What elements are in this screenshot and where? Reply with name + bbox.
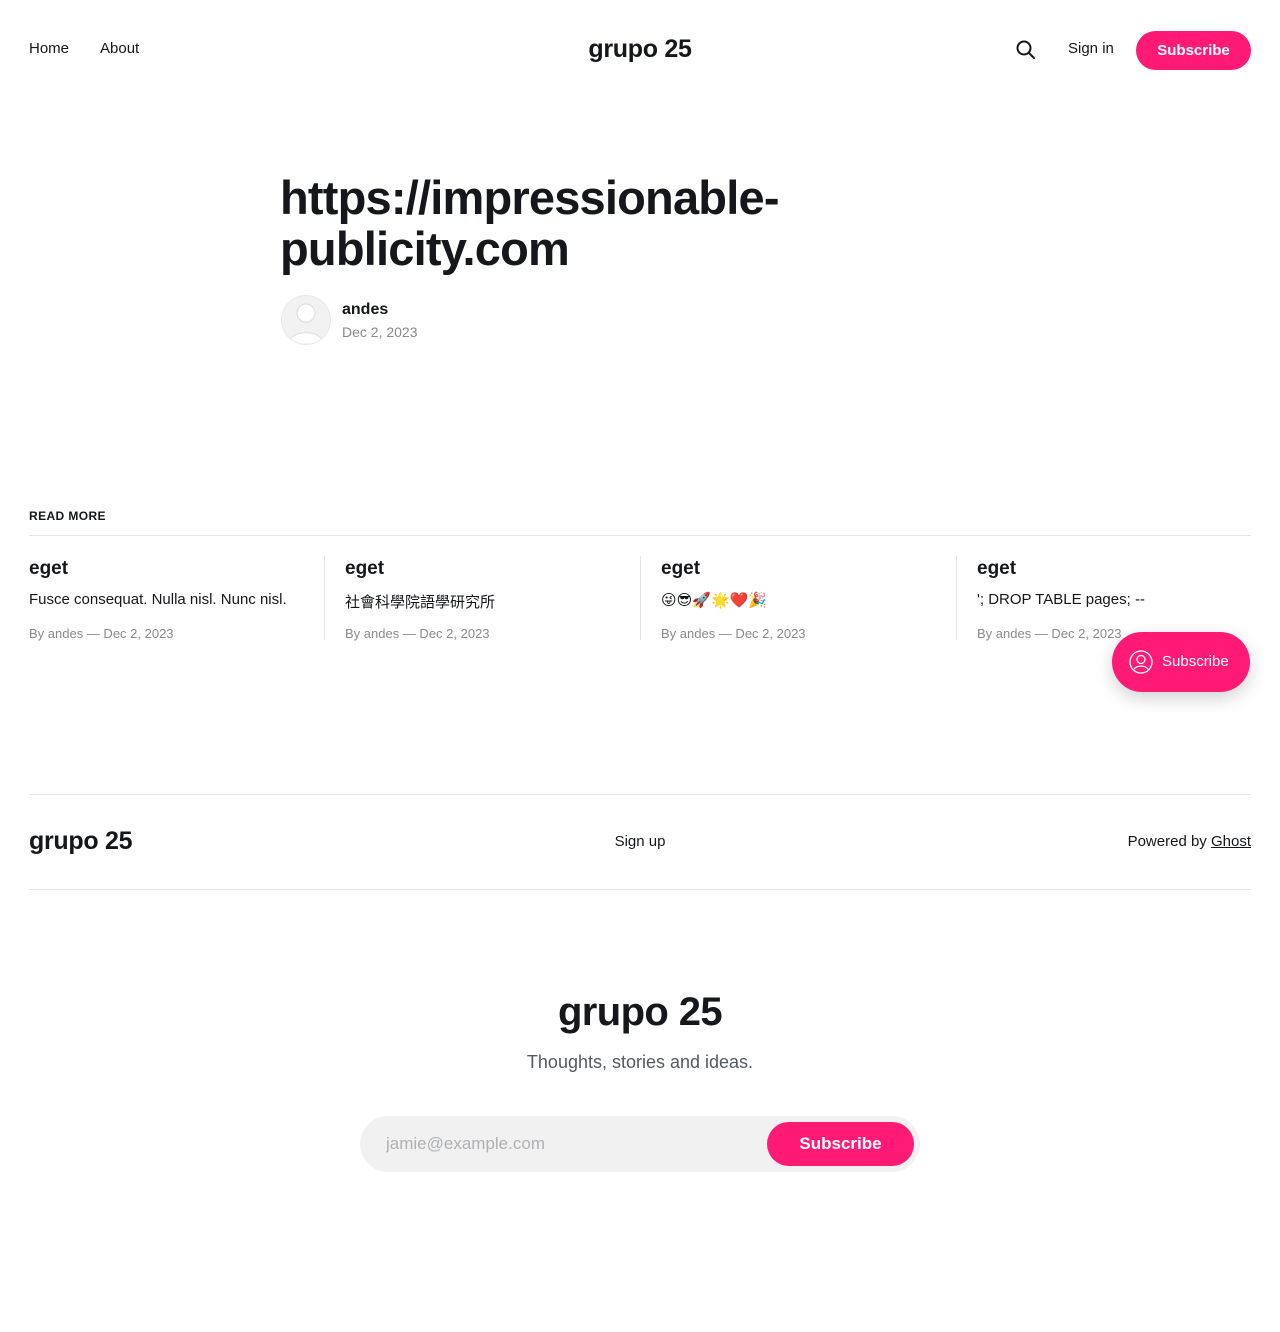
portal-subscribe-label: Subscribe bbox=[1162, 653, 1229, 670]
footer-signup-link[interactable]: Sign up bbox=[615, 833, 666, 850]
footer-bottom-divider bbox=[29, 889, 1251, 890]
read-more-divider bbox=[29, 535, 1251, 536]
nav-about-link[interactable]: About bbox=[100, 40, 139, 57]
read-more-heading: READ MORE bbox=[29, 509, 106, 523]
nav-home-link[interactable]: Home bbox=[29, 40, 69, 57]
site-header: Home About grupo 25 Sign in Subscribe bbox=[0, 0, 1280, 100]
card-divider bbox=[640, 556, 641, 640]
user-circle-icon bbox=[1129, 650, 1153, 674]
post-card-meta: By andes — Dec 2, 2023 bbox=[977, 626, 1122, 641]
header-subscribe-button[interactable]: Subscribe bbox=[1136, 31, 1251, 70]
post-card[interactable]: eget '; DROP TABLE pages; -- By andes — … bbox=[977, 556, 1273, 642]
powered-by: Powered by Ghost bbox=[1128, 833, 1251, 850]
post-card-meta: By andes — Dec 2, 2023 bbox=[345, 626, 490, 641]
author-name-link[interactable]: andes bbox=[342, 301, 388, 319]
post-card-meta: By andes — Dec 2, 2023 bbox=[661, 626, 806, 641]
search-button[interactable] bbox=[1014, 38, 1038, 62]
post-card-excerpt: 😜😎🚀🌟❤️🎉 bbox=[661, 592, 767, 609]
post-card-excerpt: '; DROP TABLE pages; -- bbox=[977, 591, 1145, 608]
post-card-excerpt: Fusce consequat. Nulla nisl. Nunc nisl. bbox=[29, 591, 287, 608]
post-card-meta: By andes — Dec 2, 2023 bbox=[29, 626, 174, 641]
ghost-link[interactable]: Ghost bbox=[1211, 833, 1251, 850]
post-card-title[interactable]: eget bbox=[661, 558, 700, 580]
search-icon bbox=[1016, 40, 1035, 59]
card-divider bbox=[956, 556, 957, 640]
author-avatar[interactable] bbox=[281, 295, 331, 345]
subscribe-form: Subscribe bbox=[360, 1116, 920, 1172]
card-divider bbox=[324, 556, 325, 640]
post-card[interactable]: eget Fusce consequat. Nulla nisl. Nunc n… bbox=[29, 556, 325, 642]
portal-subscribe-button[interactable]: Subscribe bbox=[1112, 632, 1250, 692]
article-title: https://impressionable-publicity.com bbox=[280, 171, 779, 275]
post-card-title[interactable]: eget bbox=[29, 558, 68, 580]
post-card[interactable]: eget 社會科學院語學研究所 By andes — Dec 2, 2023 bbox=[345, 556, 641, 642]
footer-site-title[interactable]: grupo 25 bbox=[29, 827, 132, 856]
footer-top-divider bbox=[29, 794, 1251, 795]
powered-by-prefix: Powered by bbox=[1127, 833, 1207, 850]
avatar-placeholder-icon bbox=[282, 296, 330, 344]
post-card-title[interactable]: eget bbox=[977, 558, 1016, 580]
post-card[interactable]: eget 😜😎🚀🌟❤️🎉 By andes — Dec 2, 2023 bbox=[661, 556, 957, 642]
post-card-excerpt: 社會科學院語學研究所 bbox=[345, 594, 496, 611]
cta-site-title: grupo 25 bbox=[557, 990, 723, 1034]
sign-in-link[interactable]: Sign in bbox=[1068, 40, 1114, 57]
site-title-link[interactable]: grupo 25 bbox=[588, 35, 691, 63]
cta-description: Thoughts, stories and ideas. bbox=[526, 1052, 754, 1072]
email-input[interactable] bbox=[360, 1116, 760, 1172]
cta-subscribe-button[interactable]: Subscribe bbox=[767, 1122, 914, 1166]
post-card-title[interactable]: eget bbox=[345, 558, 384, 580]
post-date: Dec 2, 2023 bbox=[342, 324, 418, 340]
